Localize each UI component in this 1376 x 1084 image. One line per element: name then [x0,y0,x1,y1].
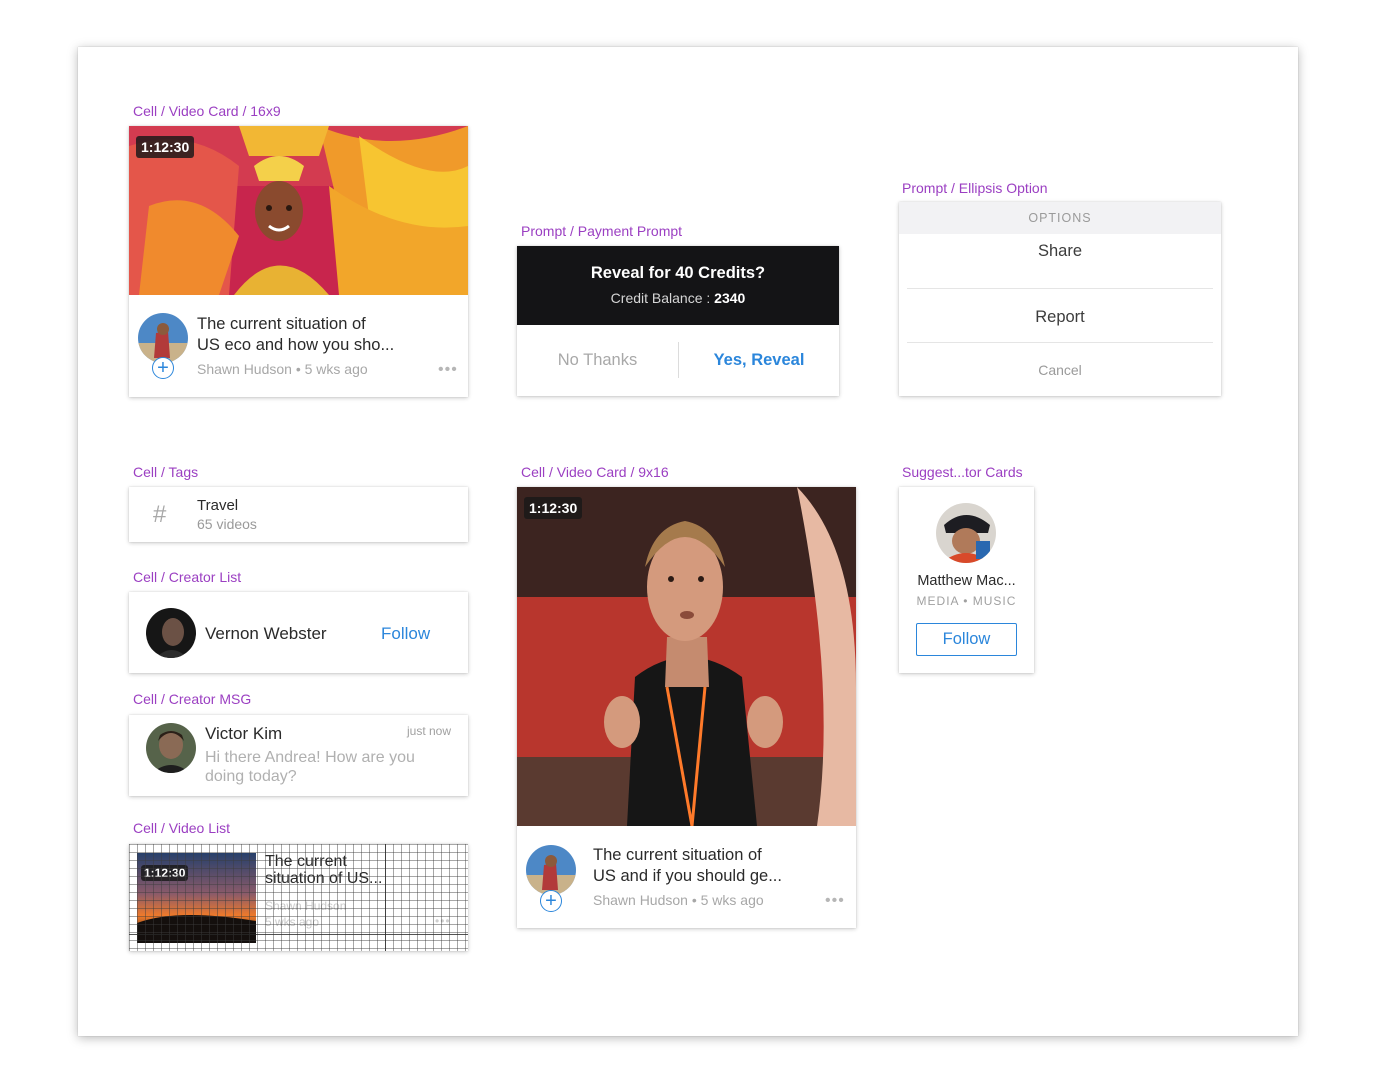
add-creator-button[interactable]: + [152,357,174,379]
credit-balance: Credit Balance : 2340 [517,290,839,306]
video-list-cell[interactable]: 1:12:30 The current situation of US... S… [129,844,468,951]
avatar[interactable] [146,723,196,773]
avatar[interactable] [146,608,196,658]
video-meta: Shawn Hudson • 5 wks ago [197,361,368,377]
more-options-icon[interactable]: ••• [825,892,845,910]
video-meta-creator: Shawn Hudson [265,899,347,913]
duration-badge: 1:12:30 [136,136,195,158]
share-option[interactable]: Share [899,242,1221,261]
creator-photo [146,608,196,658]
divider [907,288,1213,289]
label-video-card-16x9: Cell / Video Card / 16x9 [133,103,281,119]
athlete-image [517,487,856,826]
video-thumbnail-athlete[interactable]: 1:12:30 [517,487,856,826]
message-preview-line2: doing today? [205,768,297,785]
video-thumbnail-sunset[interactable]: 1:12:30 [137,853,256,943]
more-options-icon[interactable]: ••• [435,914,451,928]
creator-list-cell[interactable]: Vernon Webster Follow [129,592,468,673]
tag-cell[interactable]: # Travel 65 videos [129,487,468,542]
follow-button[interactable]: Follow [381,624,430,644]
prompt-header: Reveal for 40 Credits? Credit Balance : … [517,246,839,325]
message-preview-line1: Hi there Andrea! How are you [205,749,415,766]
video-title-line1[interactable]: The current [265,853,347,871]
video-title-line2[interactable]: situation of US... [265,870,382,888]
divider [907,342,1213,343]
tag-name: Travel [197,497,239,514]
creator-photo [936,503,996,563]
label-creator-msg: Cell / Creator MSG [133,691,252,707]
credit-balance-value: 2340 [714,290,746,306]
yes-reveal-button[interactable]: Yes, Reveal [679,325,839,396]
label-suggested-creator-cards: Suggest...tor Cards [902,464,1023,480]
more-options-icon[interactable]: ••• [438,361,458,379]
label-tags: Cell / Tags [133,464,199,480]
video-thumbnail-carnival[interactable]: 1:12:30 [129,126,468,295]
video-meta-age: 5 wks ago [265,915,320,929]
hashtag-icon: # [153,501,167,528]
label-payment-prompt: Prompt / Payment Prompt [521,223,683,239]
credit-balance-label: Credit Balance : [610,290,715,306]
cancel-option[interactable]: Cancel [899,362,1221,378]
creator-name: Vernon Webster [205,624,327,643]
video-card-16x9[interactable]: 1:12:30 + The current situation of US ec… [129,126,468,397]
avatar[interactable] [936,503,996,563]
label-creator-list: Cell / Creator List [133,569,242,585]
creator-message-cell[interactable]: Victor Kim just now Hi there Andrea! How… [129,715,468,796]
duration-badge: 1:12:30 [524,497,583,519]
prompt-title: Reveal for 40 Credits? [590,264,766,282]
suggested-creator-card[interactable]: Matthew Mac... MEDIA • MUSIC Follow [899,487,1034,673]
video-title-line1[interactable]: The current situation of [593,845,762,866]
video-meta: Shawn Hudson • 5 wks ago [593,892,764,908]
avatar[interactable] [526,845,576,895]
creator-photo [526,845,576,895]
label-video-card-9x16: Cell / Video Card / 9x16 [521,464,669,480]
tag-count: 65 videos [197,516,257,532]
report-option[interactable]: Report [899,308,1221,327]
creator-category: MEDIA • MUSIC [916,594,1017,608]
grid-row-line [129,934,468,935]
payment-prompt: Reveal for 40 Credits? Credit Balance : … [517,246,839,396]
add-creator-button[interactable]: + [540,890,562,912]
video-card-9x16[interactable]: 1:12:30 + The current situation of US an… [517,487,856,928]
creator-photo [146,723,196,773]
no-thanks-button[interactable]: No Thanks [517,325,678,396]
label-ellipsis-option: Prompt / Ellipsis Option [902,180,1048,196]
follow-button[interactable]: Follow [916,623,1017,656]
creator-photo [138,313,188,363]
creator-name: Matthew Mac... [917,573,1016,589]
options-header: OPTIONS [899,202,1221,234]
video-title-line1[interactable]: The current situation of [197,314,366,335]
video-title-line2[interactable]: US eco and how you sho... [197,335,394,356]
label-video-list: Cell / Video List [133,820,231,836]
sender-name: Victor Kim [205,724,283,743]
ellipsis-options-menu: OPTIONS Share Report Cancel [899,202,1221,396]
message-timestamp: just now [407,724,452,738]
avatar[interactable] [138,313,188,363]
video-title-line2[interactable]: US and if you should ge... [593,866,782,887]
duration-badge: 1:12:30 [141,865,189,881]
